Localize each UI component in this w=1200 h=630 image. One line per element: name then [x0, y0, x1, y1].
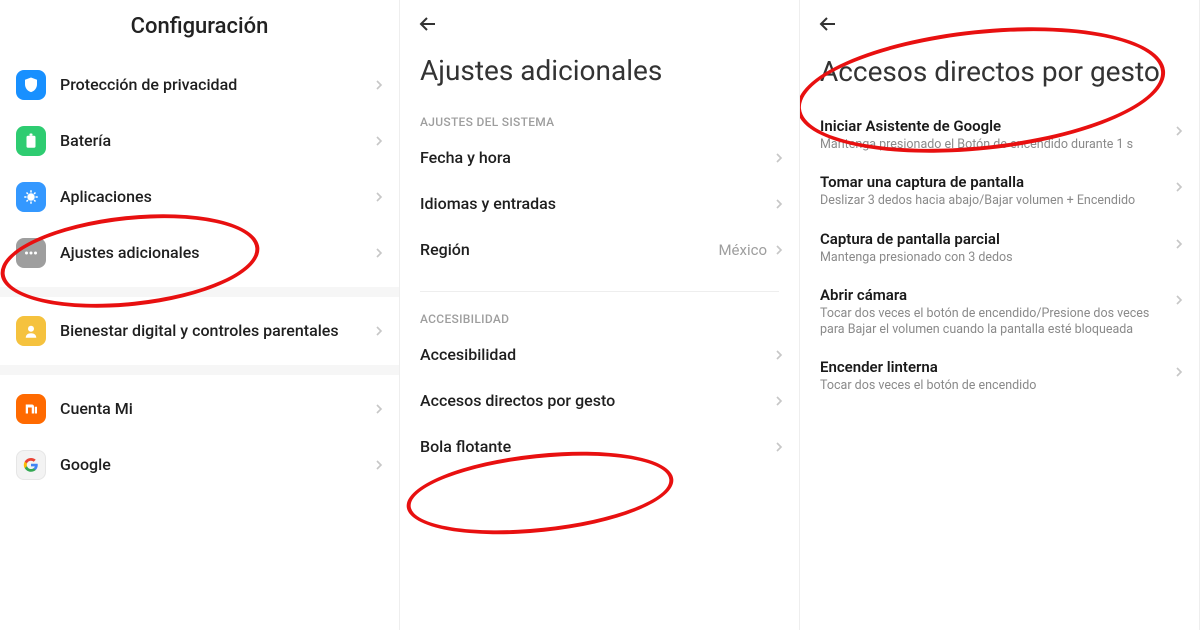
setting-label: Aplicaciones: [60, 187, 371, 207]
gesture-subtitle: Mantenga presionado el Botón de encendid…: [820, 137, 1165, 153]
setting-label: Batería: [60, 131, 371, 151]
apps-icon: [16, 182, 46, 212]
chevron-right-icon: [371, 245, 387, 261]
gesture-item-open-camera[interactable]: Abrir cámara Tocar dos veces el botón de…: [800, 276, 1199, 349]
chevron-right-icon: [771, 347, 787, 363]
gesture-item-google-assistant[interactable]: Iniciar Asistente de Google Mantenga pre…: [800, 107, 1199, 163]
setting-item-accessibility[interactable]: Accesibilidad: [400, 332, 799, 378]
chevron-right-icon: [771, 393, 787, 409]
setting-label: Fecha y hora: [420, 148, 771, 168]
battery-icon: [16, 126, 46, 156]
divider: [420, 291, 779, 292]
gesture-subtitle: Tocar dos veces el botón de encendido/Pr…: [820, 306, 1165, 339]
chevron-right-icon: [371, 323, 387, 339]
setting-label: Google: [60, 455, 371, 475]
setting-item-languages[interactable]: Idiomas y entradas: [400, 181, 799, 227]
setting-label: Bola flotante: [420, 437, 771, 457]
gesture-subtitle: Deslizar 3 dedos hacia abajo/Bajar volum…: [820, 193, 1165, 209]
chevron-right-icon: [771, 242, 787, 258]
chevron-right-icon: [1171, 236, 1187, 252]
setting-label: Cuenta Mi: [60, 399, 371, 419]
chevron-right-icon: [371, 77, 387, 93]
chevron-right-icon: [371, 401, 387, 417]
gesture-title: Captura de pantalla parcial: [820, 230, 1165, 248]
setting-item-additional-settings[interactable]: Ajustes adicionales: [0, 225, 399, 281]
chevron-right-icon: [371, 189, 387, 205]
setting-item-privacy[interactable]: Protección de privacidad: [0, 57, 399, 113]
page-title: Configuración: [0, 0, 399, 57]
gesture-title: Abrir cámara: [820, 286, 1165, 304]
back-button[interactable]: [800, 0, 1199, 44]
gesture-title: Iniciar Asistente de Google: [820, 117, 1165, 135]
chevron-right-icon: [1171, 179, 1187, 195]
gesture-item-screenshot[interactable]: Tomar una captura de pantalla Deslizar 3…: [800, 163, 1199, 219]
setting-item-region[interactable]: Región México: [400, 227, 799, 273]
mi-icon: [16, 394, 46, 424]
chevron-right-icon: [771, 150, 787, 166]
gesture-shortcuts-panel: Accesos directos por gesto Iniciar Asist…: [800, 0, 1200, 630]
page-title: Accesos directos por gesto: [800, 44, 1199, 107]
chevron-right-icon: [371, 133, 387, 149]
chevron-right-icon: [371, 457, 387, 473]
setting-label: Accesibilidad: [420, 345, 771, 365]
dots-icon: [16, 238, 46, 268]
gesture-title: Tomar una captura de pantalla: [820, 173, 1165, 191]
chevron-right-icon: [771, 196, 787, 212]
chevron-right-icon: [1171, 123, 1187, 139]
gesture-item-partial-screenshot[interactable]: Captura de pantalla parcial Mantenga pre…: [800, 220, 1199, 276]
setting-item-google[interactable]: Google: [0, 437, 399, 493]
setting-label: Región: [420, 240, 718, 260]
setting-label: Bienestar digital y controles parentales: [60, 321, 371, 341]
setting-item-mi-account[interactable]: Cuenta Mi: [0, 381, 399, 437]
chevron-right-icon: [771, 439, 787, 455]
setting-value: México: [718, 241, 767, 259]
gesture-subtitle: Mantenga presionado con 3 dedos: [820, 250, 1165, 266]
setting-label: Idiomas y entradas: [420, 194, 771, 214]
gesture-title: Encender linterna: [820, 358, 1165, 376]
chevron-right-icon: [1171, 364, 1187, 380]
setting-label: Protección de privacidad: [60, 75, 371, 95]
setting-item-gesture-shortcuts[interactable]: Accesos directos por gesto: [400, 378, 799, 424]
page-title: Ajustes adicionales: [400, 44, 799, 105]
wellbeing-icon: [16, 316, 46, 346]
setting-item-floating-ball[interactable]: Bola flotante: [400, 424, 799, 470]
setting-item-apps[interactable]: Aplicaciones: [0, 169, 399, 225]
chevron-right-icon: [1171, 292, 1187, 308]
gesture-item-flashlight[interactable]: Encender linterna Tocar dos veces el bot…: [800, 348, 1199, 404]
setting-label: Ajustes adicionales: [60, 243, 371, 263]
back-button[interactable]: [400, 0, 799, 44]
google-icon: [16, 450, 46, 480]
section-divider: [0, 365, 399, 375]
additional-settings-panel: Ajustes adicionales Ajustes del sistema …: [400, 0, 800, 630]
setting-label: Accesos directos por gesto: [420, 391, 771, 411]
section-header-system: Ajustes del sistema: [400, 105, 799, 135]
setting-item-battery[interactable]: Batería: [0, 113, 399, 169]
section-header-accessibility: Accesibilidad: [400, 302, 799, 332]
gesture-subtitle: Tocar dos veces el botón de encendido: [820, 378, 1165, 394]
setting-item-date-time[interactable]: Fecha y hora: [400, 135, 799, 181]
section-divider: [0, 287, 399, 297]
setting-item-wellbeing[interactable]: Bienestar digital y controles parentales: [0, 303, 399, 359]
shield-icon: [16, 70, 46, 100]
settings-panel: Configuración Protección de privacidad B…: [0, 0, 400, 630]
